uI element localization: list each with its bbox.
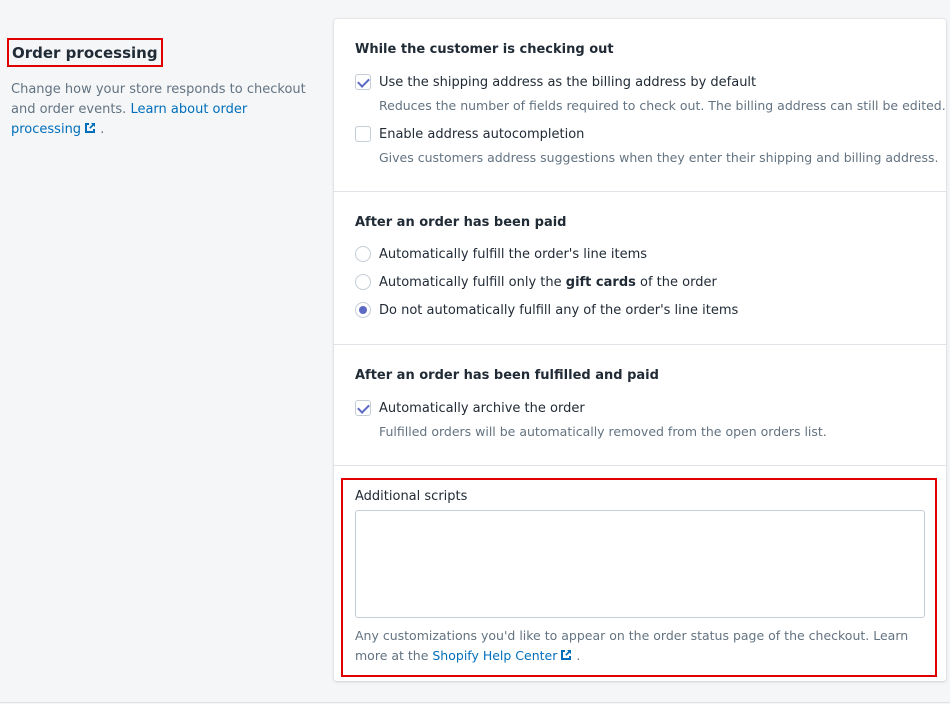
billing-default-help: Reduces the number of fields required to… — [379, 98, 946, 113]
auto-archive-label: Automatically archive the order — [379, 400, 585, 416]
shopify-help-center-link[interactable]: Shopify Help Center — [432, 648, 572, 663]
additional-scripts-section: Additional scripts Any customizations yo… — [341, 478, 937, 677]
gift-cards-bold: gift cards — [565, 274, 636, 290]
fulfill-all-label: Automatically fulfill the order's line i… — [379, 246, 648, 262]
autocomplete-option[interactable]: Enable address autocompletion — [355, 125, 584, 143]
bottom-divider — [0, 702, 950, 703]
fulfill-gift-cards-radio[interactable] — [355, 274, 371, 290]
section-description: Change how your store responds to checko… — [11, 80, 311, 140]
gift-cards-post: of the order — [635, 274, 717, 290]
page-title: Order processing — [7, 38, 163, 67]
billing-default-label: Use the shipping address as the billing … — [379, 74, 757, 90]
paid-section-title: After an order has been paid — [355, 215, 567, 230]
autocomplete-help: Gives customers address suggestions when… — [379, 150, 939, 165]
order-processing-card: While the customer is checking out Use t… — [334, 19, 946, 681]
autocomplete-checkbox[interactable] — [355, 126, 371, 142]
auto-archive-option[interactable]: Automatically archive the order — [355, 399, 585, 417]
checkout-section: While the customer is checking out Use t… — [334, 19, 946, 192]
gift-cards-pre: Automatically fulfill only the — [379, 274, 566, 290]
external-link-icon — [561, 650, 572, 660]
checkout-section-title: While the customer is checking out — [355, 42, 614, 57]
paid-section: After an order has been paid Automatical… — [334, 192, 946, 345]
fulfilled-section: After an order has been fulfilled and pa… — [334, 345, 946, 466]
fulfill-gift-cards-label: Automatically fulfill only the gift card… — [379, 275, 717, 290]
auto-archive-checkbox[interactable] — [355, 400, 371, 416]
additional-scripts-textarea[interactable] — [355, 510, 925, 618]
description-end: . — [100, 122, 105, 137]
additional-scripts-help: Any customizations you'd like to appear … — [355, 626, 930, 666]
fulfill-gift-cards-option[interactable]: Automatically fulfill only the gift card… — [355, 273, 717, 291]
no-fulfill-option[interactable]: Do not automatically fulfill any of the … — [355, 301, 738, 319]
fulfill-all-option[interactable]: Automatically fulfill the order's line i… — [355, 245, 647, 263]
auto-archive-help: Fulfilled orders will be automatically r… — [379, 424, 827, 439]
no-fulfill-radio[interactable] — [355, 302, 371, 318]
fulfilled-section-title: After an order has been fulfilled and pa… — [355, 368, 659, 383]
scripts-help-end: . — [576, 648, 581, 663]
external-link-icon — [85, 123, 96, 133]
billing-default-option[interactable]: Use the shipping address as the billing … — [355, 73, 756, 91]
billing-default-checkbox[interactable] — [355, 74, 371, 90]
additional-scripts-label: Additional scripts — [355, 489, 468, 504]
fulfill-all-radio[interactable] — [355, 246, 371, 262]
help-center-link-label: Shopify Help Center — [432, 648, 558, 663]
no-fulfill-label: Do not automatically fulfill any of the … — [379, 302, 739, 318]
autocomplete-label: Enable address autocompletion — [379, 126, 585, 142]
